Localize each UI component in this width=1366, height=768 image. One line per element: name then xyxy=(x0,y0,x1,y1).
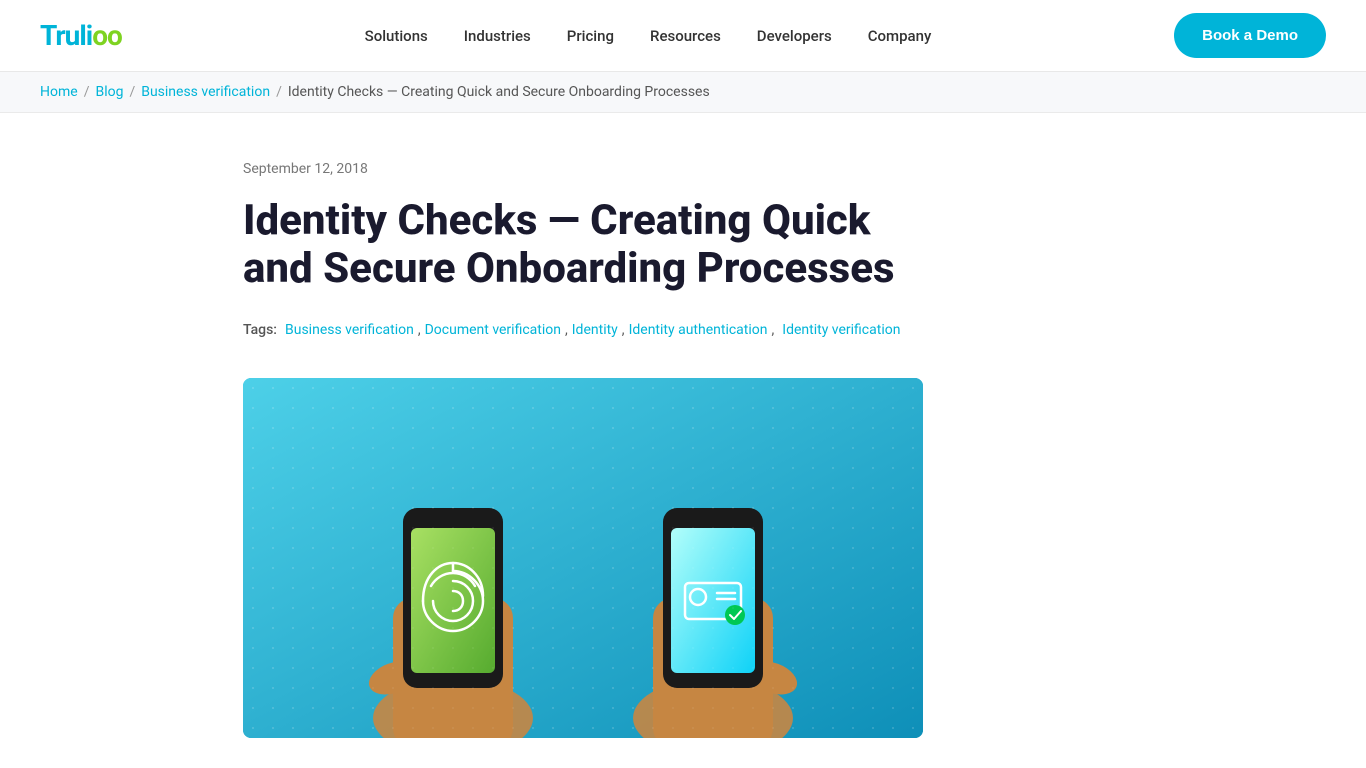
post-date: September 12, 2018 xyxy=(243,161,1123,177)
site-header: Trulioo Solutions Industries Pricing Res… xyxy=(0,0,1366,72)
logo-oo: oo xyxy=(92,19,122,52)
logo[interactable]: Trulioo xyxy=(40,19,122,52)
nav-solutions[interactable]: Solutions xyxy=(365,27,428,45)
nav-pricing[interactable]: Pricing xyxy=(567,27,614,45)
main-content: September 12, 2018 Identity Checks — Cre… xyxy=(203,113,1163,738)
tags-label: Tags: xyxy=(243,322,277,338)
tags-section: Tags: Business verification, Document ve… xyxy=(243,322,1123,338)
main-nav: Solutions Industries Pricing Resources D… xyxy=(365,27,932,45)
nav-developers[interactable]: Developers xyxy=(757,27,832,45)
breadcrumb-sep-2: / xyxy=(129,84,135,100)
breadcrumb: Home / Blog / Business verification / Id… xyxy=(0,72,1366,113)
tag-document-verification[interactable]: Document verification xyxy=(425,322,561,338)
tag-identity-verification[interactable]: Identity verification xyxy=(782,322,900,338)
breadcrumb-blog[interactable]: Blog xyxy=(95,84,123,100)
hero-svg xyxy=(243,378,923,738)
tag-business-verification[interactable]: Business verification xyxy=(285,322,414,338)
tag-identity-authentication[interactable]: Identity authentication xyxy=(629,322,768,338)
breadcrumb-sep-1: / xyxy=(84,84,90,100)
hero-image xyxy=(243,378,923,738)
nav-company[interactable]: Company xyxy=(868,27,932,45)
book-demo-button[interactable]: Book a Demo xyxy=(1174,13,1326,58)
nav-industries[interactable]: Industries xyxy=(464,27,531,45)
nav-resources[interactable]: Resources xyxy=(650,27,721,45)
breadcrumb-category[interactable]: Business verification xyxy=(141,84,270,100)
breadcrumb-home[interactable]: Home xyxy=(40,84,78,100)
breadcrumb-current: Identity Checks — Creating Quick and Sec… xyxy=(288,84,710,100)
post-title: Identity Checks — Creating Quick and Sec… xyxy=(243,197,943,294)
breadcrumb-sep-3: / xyxy=(276,84,282,100)
logo-truli: Truli xyxy=(40,19,92,52)
tag-identity[interactable]: Identity xyxy=(572,322,618,338)
